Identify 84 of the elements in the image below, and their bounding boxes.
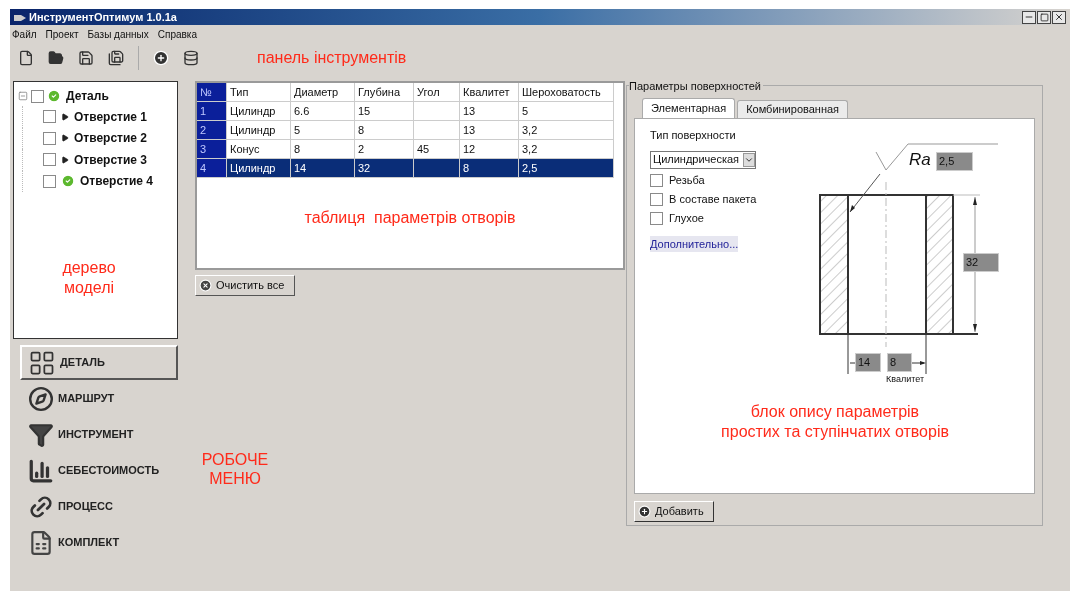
checkbox[interactable] — [43, 153, 56, 167]
checkbox[interactable] — [650, 192, 663, 206]
tree-item[interactable]: Отверстие 1 — [74, 107, 148, 126]
save-all-icon[interactable] — [108, 50, 124, 66]
table-row[interactable]: 4 Цилиндр 14 32 8 2,5 — [197, 159, 614, 178]
tab[interactable]: Комбинированная — [737, 100, 849, 118]
menu-button[interactable]: КОМПЛЕКТ — [20, 525, 178, 560]
field-label: Тип поверхности — [650, 128, 737, 143]
database-icon[interactable] — [183, 50, 199, 66]
checkbox[interactable] — [650, 173, 663, 187]
maximize-button[interactable] — [1037, 10, 1051, 24]
bar-chart-icon — [28, 457, 54, 484]
maximize-icon — [1039, 12, 1049, 22]
table-cell: 8 — [460, 159, 519, 178]
sheet-icon — [28, 529, 54, 556]
checkbox-label: Глухое — [669, 210, 704, 226]
tree-item[interactable]: Деталь — [66, 87, 109, 105]
tree-annotation: дерево моделі — [61, 258, 117, 298]
quality-field[interactable]: 8 — [887, 353, 912, 372]
table-cell: 2 — [197, 121, 227, 140]
checkbox[interactable] — [31, 89, 44, 103]
check-circle-icon — [47, 89, 61, 103]
table-cell: Цилиндр — [227, 159, 291, 178]
compass-icon — [28, 385, 54, 412]
table-cell: 2,5 — [519, 159, 614, 178]
app-icon — [14, 12, 26, 22]
table-annotation: таблиця параметрів отворів — [303, 208, 517, 228]
table-cell: 14 — [291, 159, 355, 178]
check-circle-icon — [61, 174, 75, 189]
checkbox-label: Резьба — [669, 172, 705, 188]
menu-item[interactable]: Справка — [157, 26, 197, 42]
menu-button[interactable]: МАРШРУТ — [20, 381, 178, 416]
minimize-button[interactable] — [1022, 10, 1036, 24]
triangle-icon[interactable] — [61, 112, 69, 121]
save-icon[interactable] — [78, 50, 94, 66]
add-icon — [638, 505, 651, 518]
new-file-icon[interactable] — [18, 50, 34, 66]
menu-annotation: РОБОЧЕ МЕНЮ — [200, 450, 270, 488]
triangle-icon[interactable] — [61, 134, 69, 143]
tree-item[interactable]: Отверстие 4 — [80, 172, 154, 191]
add-button[interactable]: Добавить — [634, 501, 714, 522]
block-annotation: блок опису параметрів простих та ступінчатих отворів — [720, 402, 950, 442]
dropdown-icon — [743, 152, 755, 167]
table-cell: 32 — [355, 159, 414, 178]
menu-item[interactable]: Файл — [12, 26, 37, 42]
menu-item[interactable]: Проект — [45, 26, 79, 42]
menu-button[interactable]: ИНСТРУМЕНТ — [20, 417, 178, 452]
menu-button[interactable]: СЕБЕСТОИМОСТЬ — [20, 453, 178, 488]
more-link[interactable]: Дополнительно... — [650, 235, 739, 252]
close-button[interactable] — [1052, 10, 1066, 24]
surface-type-dropdown[interactable]: Цилиндрическая — [650, 150, 756, 169]
roughness-field[interactable]: 2,5 — [936, 152, 973, 171]
depth-field[interactable]: 32 — [963, 253, 999, 272]
tree-item[interactable]: Отверстие 2 — [74, 129, 148, 148]
column-header: № — [197, 83, 227, 102]
folder-icon[interactable] — [48, 50, 64, 66]
toolbar-annotation: панель інструментів — [257, 48, 407, 68]
window-title: ИнструментОптимум 1.0.1a — [29, 9, 177, 25]
table-cell — [414, 159, 460, 178]
close-icon — [1054, 12, 1064, 22]
diameter-field[interactable]: 14 — [855, 353, 881, 372]
menu-button[interactable]: ДЕТАЛЬ — [20, 345, 178, 380]
table-row[interactable]: 1 Цилиндр 6.6 15 13 5 — [197, 102, 614, 121]
add-circle-icon[interactable] — [153, 50, 169, 66]
checkbox[interactable] — [650, 211, 663, 225]
ra-label: Ra — [909, 150, 931, 170]
checkbox[interactable] — [43, 110, 56, 124]
clear-all-button[interactable]: Очистить все — [195, 275, 295, 296]
table-row[interactable]: 2 Цилиндр 5 8 13 3,2 — [197, 121, 614, 140]
table-cell: 1 — [197, 102, 227, 121]
menu-button[interactable]: ПРОЦЕСС — [20, 489, 178, 524]
funnel-icon — [28, 421, 54, 448]
checkbox-label: В составе пакета — [669, 191, 757, 207]
clear-icon — [199, 279, 212, 292]
quality-label: Квалитет — [886, 373, 925, 386]
menu-item[interactable]: Базы данных — [87, 26, 149, 42]
table-cell: 4 — [197, 159, 227, 178]
checkbox[interactable] — [43, 131, 56, 145]
table-row[interactable]: 3 Конус 8 2 45 12 3,2 — [197, 140, 614, 159]
table-cell: 3 — [197, 140, 227, 159]
tab[interactable]: Элементарная — [642, 98, 736, 118]
checkbox[interactable] — [43, 174, 56, 188]
tree-item[interactable]: Отверстие 3 — [74, 150, 148, 169]
triangle-icon[interactable] — [61, 155, 69, 164]
